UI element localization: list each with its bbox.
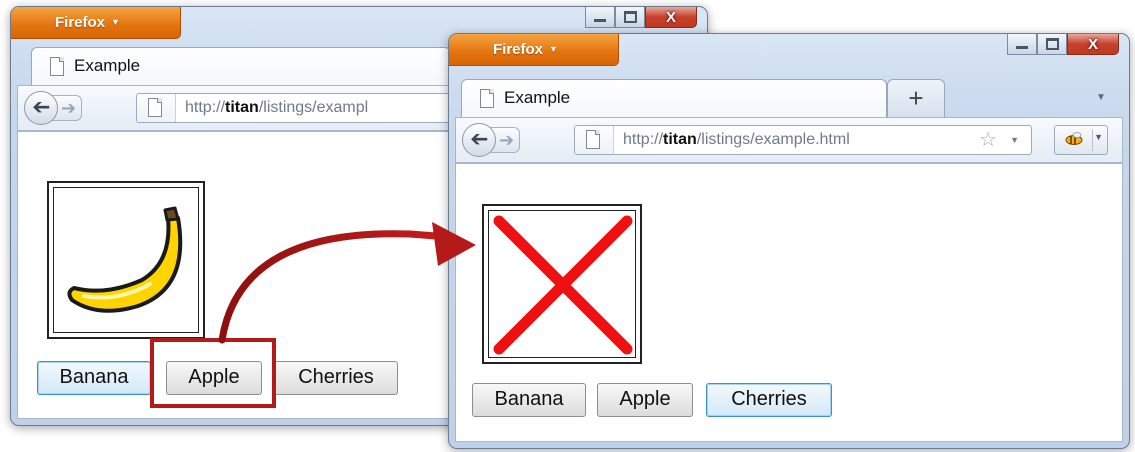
annotation-arrow	[218, 222, 476, 344]
